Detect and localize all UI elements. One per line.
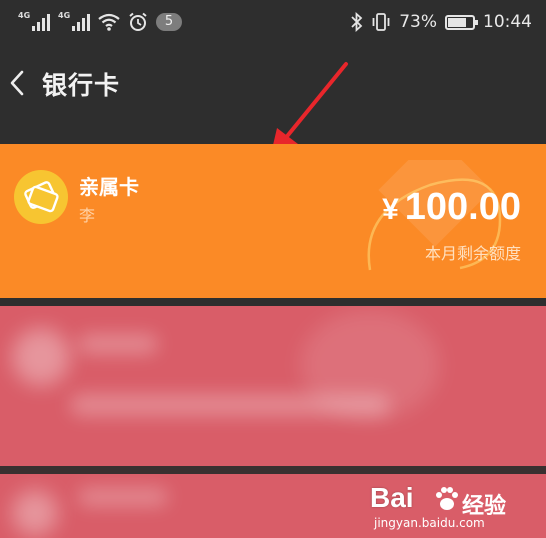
screen: 4G 4G 5 73% 10:44 银行卡 亲属卡 李 ¥ 100.00 本月剩… bbox=[0, 0, 546, 538]
cell-signal-icon: 4G bbox=[18, 11, 50, 31]
currency-symbol: ¥ bbox=[382, 193, 399, 226]
signal-tag: 4G bbox=[58, 11, 71, 20]
page-title: 银行卡 bbox=[42, 71, 121, 100]
baidu-jingyan-watermark: Bai 经验 jingyan.baidu.com bbox=[370, 482, 520, 532]
cards-icon bbox=[24, 181, 59, 213]
card-divider bbox=[0, 466, 546, 474]
notification-badge: 5 bbox=[156, 13, 182, 31]
balance-amount: 100.00 bbox=[404, 186, 521, 228]
status-right: 73% 10:44 bbox=[351, 12, 532, 32]
signal-tag: 4G bbox=[18, 11, 31, 20]
bank-logo-blurred bbox=[12, 328, 70, 386]
bank-logo-blurred bbox=[12, 490, 58, 536]
cell-signal-icon: 4G bbox=[58, 11, 90, 31]
bank-name-blurred bbox=[78, 334, 158, 354]
back-arrow-icon[interactable] bbox=[4, 68, 34, 98]
status-left: 4G 4G 5 bbox=[18, 11, 182, 32]
card-divider bbox=[0, 298, 546, 306]
family-card-icon bbox=[14, 170, 68, 224]
wifi-icon bbox=[98, 13, 120, 31]
watermark-logo-text: Bai bbox=[370, 482, 414, 513]
card-name: 亲属卡 bbox=[79, 175, 139, 199]
card-decoration-blurred bbox=[300, 310, 440, 420]
status-bar: 4G 4G 5 73% 10:44 bbox=[0, 0, 546, 48]
bank-name-blurred bbox=[78, 488, 168, 506]
watermark-url: jingyan.baidu.com bbox=[374, 516, 485, 530]
bank-card-blurred[interactable] bbox=[0, 306, 546, 466]
alarm-clock-icon bbox=[129, 12, 147, 31]
card-balance: ¥100.00 bbox=[382, 186, 521, 229]
bluetooth-icon bbox=[351, 12, 363, 32]
paw-icon bbox=[436, 487, 458, 510]
vibrate-icon bbox=[372, 13, 390, 31]
battery-icon bbox=[445, 14, 478, 30]
card-holder-name: 李 bbox=[79, 206, 96, 225]
family-card[interactable]: 亲属卡 李 ¥100.00 本月剩余额度 bbox=[0, 144, 546, 298]
battery-percent: 73% bbox=[399, 12, 437, 32]
balance-label: 本月剩余额度 bbox=[424, 244, 521, 263]
clock-time: 10:44 bbox=[483, 12, 532, 32]
